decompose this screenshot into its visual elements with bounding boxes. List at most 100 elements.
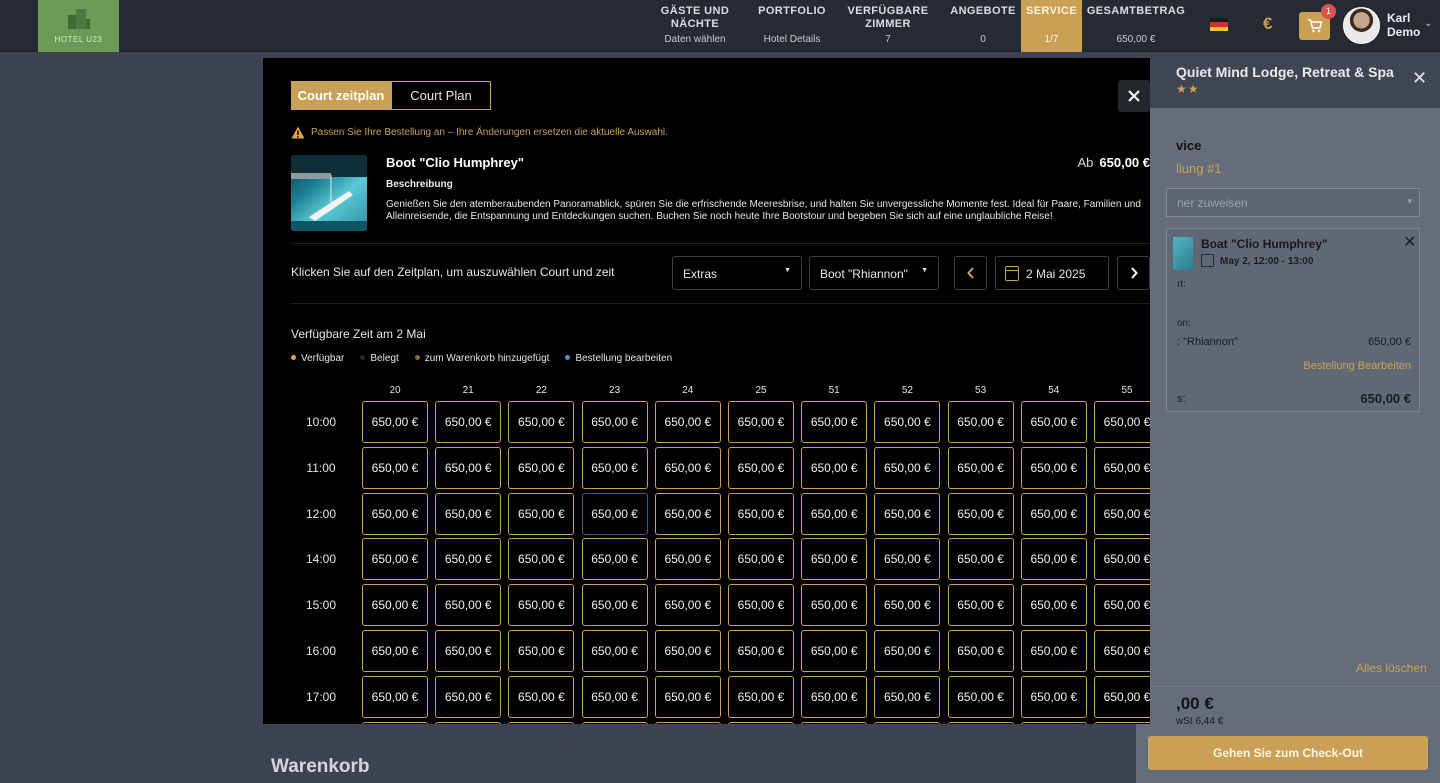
time-slot[interactable]: 650,00 € [435,446,502,489]
time-slot[interactable]: 650,00 € [508,492,575,535]
time-slot[interactable]: 650,00 € [801,446,868,489]
user-avatar[interactable] [1343,7,1380,44]
time-slot[interactable]: 650,00 € [728,401,794,443]
time-slot[interactable]: 650,00 € [581,538,648,581]
time-slot[interactable]: 650,00 € [1020,492,1087,535]
time-slot[interactable]: 650,00 € [654,492,721,535]
time-slot[interactable]: 650,00 € [1094,675,1150,718]
nav-service[interactable]: SERVICE 1/7 [1021,0,1082,52]
time-slot[interactable]: 650,00 € [508,446,575,489]
time-slot[interactable] [801,721,868,724]
hotel-logo[interactable]: HOTEL U23 [38,0,119,52]
time-slot[interactable]: 650,00 € [801,675,868,718]
time-slot[interactable]: 650,00 € [362,538,428,581]
time-slot[interactable]: 650,00 € [1094,630,1150,672]
user-name[interactable]: Karl Demo [1387,11,1420,39]
time-slot[interactable]: 650,00 € [728,492,794,535]
time-slot[interactable] [1020,721,1087,724]
time-slot[interactable]: 650,00 € [801,630,868,672]
nav-offers[interactable]: ANGEBOTE 0 [948,0,1018,52]
time-slot[interactable]: 650,00 € [581,630,648,672]
time-slot[interactable]: 650,00 € [508,675,575,718]
time-slot[interactable]: 650,00 € [654,538,721,581]
time-slot[interactable] [947,721,1014,724]
time-slot[interactable]: 650,00 € [728,584,794,627]
time-slot[interactable]: 650,00 € [1020,675,1087,718]
time-slot[interactable]: 650,00 € [1094,492,1150,535]
time-slot[interactable]: 650,00 € [362,401,428,443]
time-slot[interactable]: 650,00 € [362,675,428,718]
time-slot[interactable]: 650,00 € [874,630,941,672]
edit-order-link[interactable]: Bestellung Bearbeiten [1303,360,1411,372]
tab-court-plan[interactable]: Court Plan [391,81,491,110]
time-slot[interactable]: 650,00 € [1020,630,1087,672]
time-slot[interactable]: 650,00 € [801,584,868,627]
time-slot[interactable]: 650,00 € [508,584,575,627]
date-picker[interactable]: 2 Mai 2025 [995,256,1109,290]
time-slot[interactable] [654,721,721,724]
remove-item-icon[interactable]: ✕ [1403,232,1416,252]
time-slot[interactable]: 650,00 € [728,538,794,581]
time-slot[interactable]: 650,00 € [581,401,648,443]
time-slot[interactable]: 650,00 € [1094,538,1150,581]
clear-all-link[interactable]: Alles löschen [1356,661,1427,675]
time-slot[interactable]: 650,00 € [874,446,941,489]
time-slot[interactable]: 650,00 € [947,675,1014,718]
time-slot[interactable]: 650,00 € [801,401,868,443]
time-slot[interactable]: 650,00 € [728,675,794,718]
time-slot[interactable]: 650,00 € [947,538,1014,581]
time-slot[interactable] [874,721,941,724]
time-slot[interactable]: 650,00 € [654,630,721,672]
nav-total-amount[interactable]: GESAMTBETRAG 650,00 € [1086,0,1186,52]
time-slot[interactable]: 650,00 € [654,401,721,443]
german-flag-icon[interactable] [1210,18,1228,31]
time-slot[interactable]: 650,00 € [874,401,941,443]
time-slot[interactable]: 650,00 € [1020,446,1087,489]
time-slot[interactable]: 650,00 € [874,538,941,581]
time-slot[interactable]: 650,00 € [654,584,721,627]
checkout-button[interactable]: Gehen Sie zum Check-Out [1148,736,1428,770]
close-modal-button[interactable] [1118,80,1150,112]
time-slot[interactable]: 650,00 € [801,492,868,535]
time-slot[interactable]: 650,00 € [581,584,648,627]
time-slot[interactable]: 650,00 € [435,492,502,535]
time-slot[interactable]: 650,00 € [947,630,1014,672]
time-slot[interactable]: 650,00 € [728,630,794,672]
time-slot[interactable]: 650,00 € [654,446,721,489]
chevron-down-icon[interactable]: ⌄ [1424,18,1432,29]
time-slot[interactable]: 650,00 € [508,401,575,443]
time-slot[interactable]: 650,00 € [947,401,1014,443]
time-slot[interactable]: 650,00 € [874,675,941,718]
time-slot[interactable]: 650,00 € [1094,401,1150,443]
assign-select[interactable]: ner zuweisen ▾ [1166,188,1420,217]
time-slot[interactable]: 650,00 € [1020,538,1087,581]
time-slot[interactable]: 650,00 € [1020,584,1087,627]
tab-court-schedule[interactable]: Court zeitplan [291,81,391,110]
time-slot[interactable]: 650,00 € [362,630,428,672]
time-slot[interactable]: 650,00 € [1094,584,1150,627]
time-slot[interactable]: 650,00 € [581,675,648,718]
time-slot[interactable]: 650,00 € [362,446,428,489]
time-slot[interactable]: 650,00 € [435,538,502,581]
currency-selector[interactable]: € [1263,14,1272,34]
time-slot[interactable]: 650,00 € [947,446,1014,489]
time-slot[interactable]: 650,00 € [947,492,1014,535]
time-slot[interactable]: 650,00 € [362,492,428,535]
previous-day-button[interactable] [954,256,987,290]
time-slot[interactable]: 650,00 € [435,630,502,672]
time-slot[interactable] [435,721,502,724]
time-slot[interactable]: 650,00 € [728,446,794,489]
time-slot[interactable] [508,721,575,724]
court-dropdown[interactable]: Boot "Rhiannon" ▼ [809,256,939,290]
category-dropdown[interactable]: Extras ▼ [672,256,802,290]
time-slot[interactable]: 650,00 € [362,584,428,627]
time-slot[interactable]: 650,00 € [508,630,575,672]
time-slot[interactable]: 650,00 € [874,492,941,535]
nav-available-rooms[interactable]: VERFÜGBARE ZIMMER 7 [845,0,931,52]
time-slot[interactable] [362,721,428,724]
time-slot[interactable] [728,721,794,724]
time-slot[interactable]: 650,00 € [435,401,502,443]
nav-guests-nights[interactable]: GÄSTE UND NÄCHTE Daten wählen [652,0,738,52]
next-day-button[interactable] [1117,256,1150,290]
nav-portfolio[interactable]: PORTFOLIO Hotel Details [751,0,833,52]
